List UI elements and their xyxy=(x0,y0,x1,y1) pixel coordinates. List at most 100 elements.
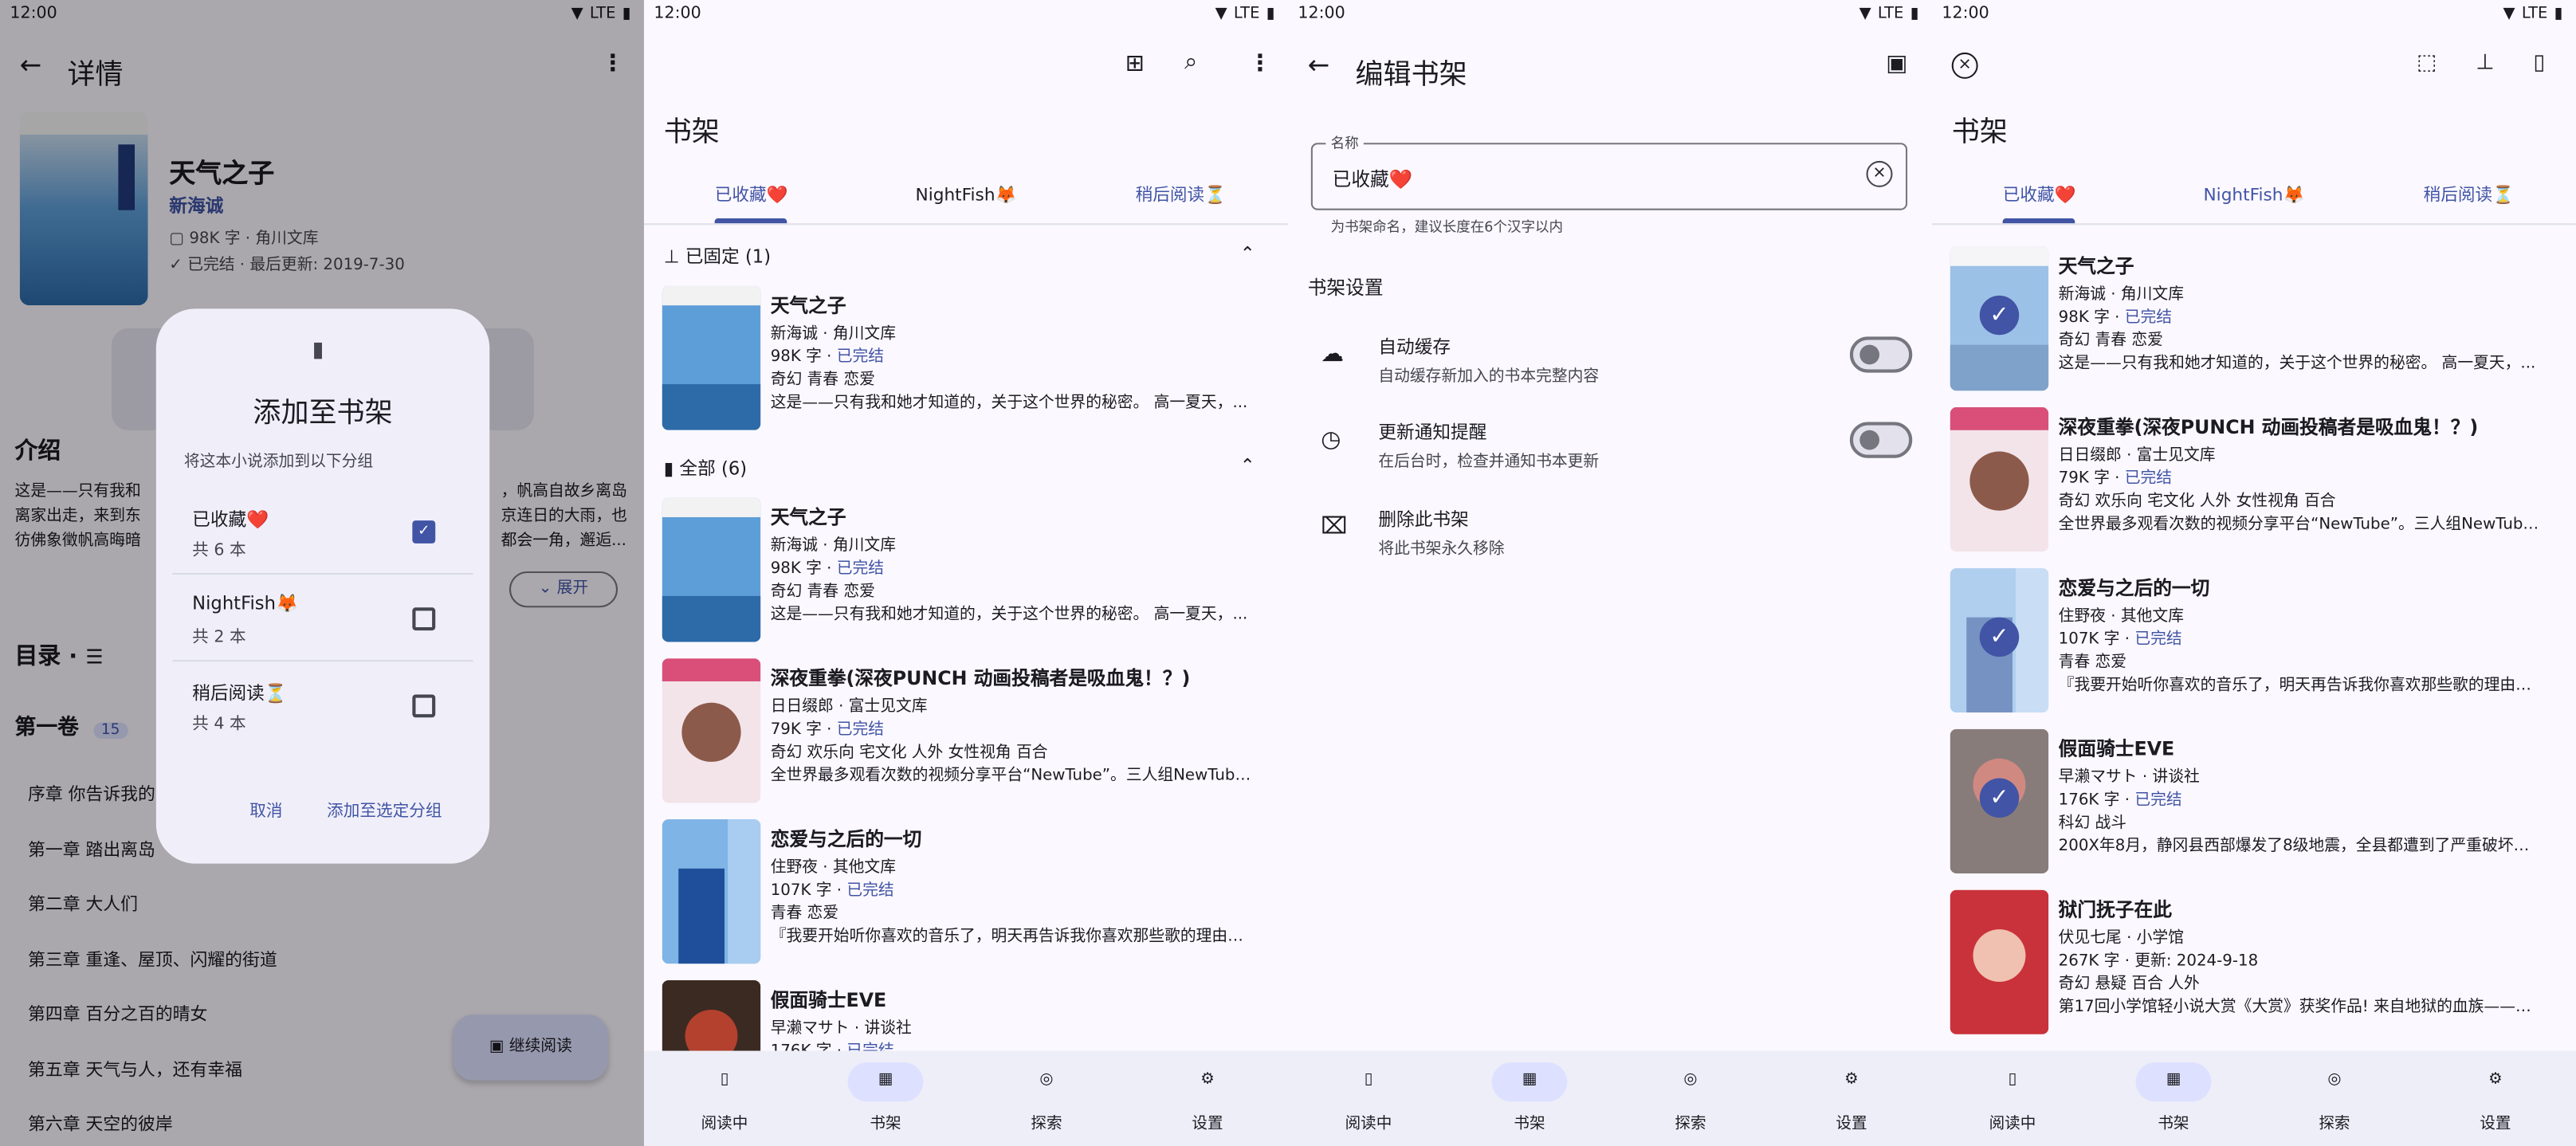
setting-update-notify[interactable]: ◷ 更新通知提醒 在后台时，检查并通知书本更新 xyxy=(1288,410,1932,483)
nav-shelf[interactable]: ▦ 书架 xyxy=(805,1051,966,1146)
shelf-option-count: 共 2 本 xyxy=(192,629,246,647)
setting-delete-shelf[interactable]: ⌧ 删除此书架 将此书架永久移除 xyxy=(1288,497,1932,570)
nav-settings[interactable]: ⚙ 设置 xyxy=(2415,1051,2576,1146)
setting-auto-cache[interactable]: ☁ 自动缓存 自动缓存新加入的书本完整内容 xyxy=(1288,325,1932,398)
tab-favorites[interactable]: 已收藏❤️ xyxy=(644,166,858,224)
book-card-jiamian[interactable]: ✓ 假面骑士EVE 早濑マサト · 讲谈社 176K 字 · 已完结 科幻 战斗… xyxy=(1950,728,2542,881)
clock-icon: ◷ xyxy=(1321,426,1341,453)
book-words: 107K 字 · 已完结 xyxy=(771,877,1254,900)
nav-reading[interactable]: ▯ 阅读中 xyxy=(644,1051,805,1146)
nav-label: 设置 xyxy=(1192,1114,1223,1133)
book-status: 已完结 xyxy=(836,720,885,740)
shelf-option-nightfish[interactable]: NightFish🦊 共 2 本 xyxy=(172,579,473,662)
cloud-download-icon: ☁ xyxy=(1321,341,1345,368)
update-notify-toggle[interactable] xyxy=(1849,422,1913,458)
field-label: 名称 xyxy=(1325,132,1364,153)
tab-later[interactable]: 稍后阅读⏳ xyxy=(2362,166,2576,223)
book-author: 早濑マサト · 讲谈社 xyxy=(2058,768,2200,787)
shelf-icon: ▦ xyxy=(878,1070,893,1089)
more-vert-icon[interactable]: ⋮ xyxy=(1249,51,1272,77)
nav-explore[interactable]: ◎ 探索 xyxy=(1610,1051,1771,1146)
book-title: 恋爱与之后的一切 xyxy=(770,827,922,851)
nav-shelf[interactable]: ▦ 书架 xyxy=(1449,1051,1610,1146)
shelf-option-name: NightFish🦊 xyxy=(192,592,299,614)
book-title: 假面骑士EVE xyxy=(2058,737,2175,760)
book-title: 狱门抚子在此 xyxy=(2058,897,2172,921)
book-title: 深夜重拳(深夜PUNCH 动画投稿者是吸血鬼！？) xyxy=(770,666,1191,690)
book-words: 176K 字 · 已完结 xyxy=(2059,787,2542,810)
book-card-tianqi-pinned[interactable]: 天气之子 新海诚 · 角川文库 98K 字 · 已完结 奇幻 青春 恋爱 这是—… xyxy=(662,285,1254,437)
save-icon[interactable]: ▣ xyxy=(1886,51,1907,77)
bottom-nav: ▯ 阅读中 ▦ 书架 ◎ 探索 ⚙ 设置 xyxy=(643,1050,1288,1146)
back-arrow-icon[interactable]: ← xyxy=(1308,49,1330,80)
book-card-tianqi[interactable]: 天气之子 新海诚 · 角川文库 98K 字 · 已完结 奇幻 青春 恋爱 这是—… xyxy=(662,497,1254,649)
book-tags: 青春 恋爱 xyxy=(2058,653,2127,672)
book-card-lianai[interactable]: ✓ 恋爱与之后的一切 住野夜 · 其他文库 107K 字 · 已完结 青春 恋爱… xyxy=(1950,567,2542,720)
book-author: 伏见七尾 · 小学馆 xyxy=(2058,929,2184,948)
nav-reading[interactable]: ▯ 阅读中 xyxy=(1932,1051,2093,1146)
nav-explore[interactable]: ◎ 探索 xyxy=(2254,1051,2415,1146)
nav-settings[interactable]: ⚙ 设置 xyxy=(1127,1051,1288,1146)
shelf-tabs: 已收藏❤️ NightFish🦊 稍后阅读⏳ xyxy=(1931,166,2576,226)
dialog-title: 添加至书架 xyxy=(253,397,393,430)
battery-icon: ▮ xyxy=(2554,5,2563,23)
book-card-tianqi[interactable]: ✓ 天气之子 新海诚 · 角川文库 98K 字 · 已完结 奇幻 青春 恋爱 这… xyxy=(1950,246,2542,398)
nav-explore[interactable]: ◎ 探索 xyxy=(966,1051,1127,1146)
book-card-shenye[interactable]: 深夜重拳(深夜PUNCH 动画投稿者是吸血鬼！？) 日日缀郎 · 富士见文库 7… xyxy=(1950,406,2542,559)
checkbox-unchecked[interactable] xyxy=(412,694,436,718)
close-selection-icon[interactable]: × xyxy=(1951,52,1978,79)
checkbox-unchecked[interactable] xyxy=(412,607,436,631)
chevron-up-icon: ⌃ xyxy=(1239,242,1255,265)
book-words-text: 79K 字 · xyxy=(2058,469,2125,488)
pin-icon[interactable]: ⊥ xyxy=(2476,51,2494,76)
search-icon[interactable]: ⌕ xyxy=(1184,49,1197,76)
setting-desc: 在后台时，检查并通知书本更新 xyxy=(1378,453,1600,472)
book-tags: 奇幻 欢乐向 宅文化 人外 女性视角 百合 xyxy=(770,744,1048,762)
auto-cache-toggle[interactable] xyxy=(1849,336,1913,373)
book-desc: 『我要开始听你喜欢的音乐了，明天再告诉我你喜欢那些歌的理由。... xyxy=(770,928,1254,946)
nav-label: 阅读中 xyxy=(1345,1114,1392,1133)
nav-reading[interactable]: ▯ 阅读中 xyxy=(1288,1051,1449,1146)
select-all-icon[interactable]: ⬚ xyxy=(2417,51,2437,76)
shelf-option-favorites[interactable]: 已收藏❤️ 共 6 本 ✓ xyxy=(172,493,473,575)
book-author: 新海诚 · 角川文库 xyxy=(2058,285,2184,304)
add-to-selected-button[interactable]: 添加至选定分组 xyxy=(327,796,442,821)
nav-shelf[interactable]: ▦ 书架 xyxy=(2093,1051,2254,1146)
tab-nightfish[interactable]: NightFish🦊 xyxy=(858,166,1073,223)
tab-later[interactable]: 稍后阅读⏳ xyxy=(1074,166,1288,223)
book-card-shenye[interactable]: 深夜重拳(深夜PUNCH 动画投稿者是吸血鬼！？) 日日缀郎 · 富士见文库 7… xyxy=(662,658,1254,810)
book-author: 早濑マサト · 讲谈社 xyxy=(770,1019,912,1038)
gear-icon: ⚙ xyxy=(2488,1070,2503,1089)
tab-favorites[interactable]: 已收藏❤️ xyxy=(1932,166,2146,224)
add-shelf-icon[interactable]: ⊞ xyxy=(1125,51,1145,77)
shelf-name-field[interactable]: 名称 已收藏❤️ × xyxy=(1310,132,1908,210)
shelf-option-later[interactable]: 稍后阅读⏳ 共 4 本 xyxy=(172,666,473,748)
all-header[interactable]: ▮ 全部 (6) ⌃ xyxy=(664,455,1255,481)
book-author: 新海诚 · 角川文库 xyxy=(770,324,896,343)
nav-label: 书架 xyxy=(2158,1114,2189,1133)
cancel-button[interactable]: 取消 xyxy=(249,796,282,821)
nav-settings[interactable]: ⚙ 设置 xyxy=(1771,1051,1932,1146)
pinned-header[interactable]: ⊥ 已固定 (1) ⌃ xyxy=(664,243,1255,269)
wifi-icon: ▼ xyxy=(2503,5,2515,23)
book-words: 107K 字 · 已完结 xyxy=(2059,626,2542,649)
book-author: 住野夜 · 其他文库 xyxy=(2058,607,2184,626)
page-title: 编辑书架 xyxy=(1355,59,1467,92)
book-words-text: 98K 字 · xyxy=(770,559,837,579)
book-card-lianai[interactable]: 恋爱与之后的一切 住野夜 · 其他文库 107K 字 · 已完结 青春 恋爱 『… xyxy=(662,819,1254,971)
tab-nightfish[interactable]: NightFish🦊 xyxy=(2146,166,2361,223)
status-bar: 12:00 ▼ LTE ▮ xyxy=(1932,0,2576,29)
bottom-nav: ▯ 阅读中 ▦ 书架 ◎ 探索 ⚙ 设置 xyxy=(1931,1050,2576,1146)
book-tags: 奇幻 欢乐向 宅文化 人外 女性视角 百合 xyxy=(2058,493,2336,511)
pin-icon: ⊥ xyxy=(663,246,680,268)
book-card-yumen[interactable]: 狱门抚子在此 伏见七尾 · 小学馆 267K 字 · 更新: 2024-9-18… xyxy=(1950,889,2542,1042)
bookmark-add-icon[interactable]: ▯ xyxy=(2533,51,2545,76)
clear-icon[interactable]: × xyxy=(1866,160,1893,187)
book-words: 98K 字 · 已完结 xyxy=(2059,304,2542,327)
book-icon: ▯ xyxy=(2008,1070,2017,1089)
book-desc: 全世界最多观看次数的视频分享平台“NewTube”。三人组NewTuber”..… xyxy=(770,767,1254,785)
book-words-text: 98K 字 · xyxy=(770,347,837,367)
book-tags: 奇幻 悬疑 百合 人外 xyxy=(2058,975,2200,994)
checkbox-checked[interactable]: ✓ xyxy=(412,520,436,544)
book-author: 日日缀郎 · 富士见文库 xyxy=(770,697,928,716)
